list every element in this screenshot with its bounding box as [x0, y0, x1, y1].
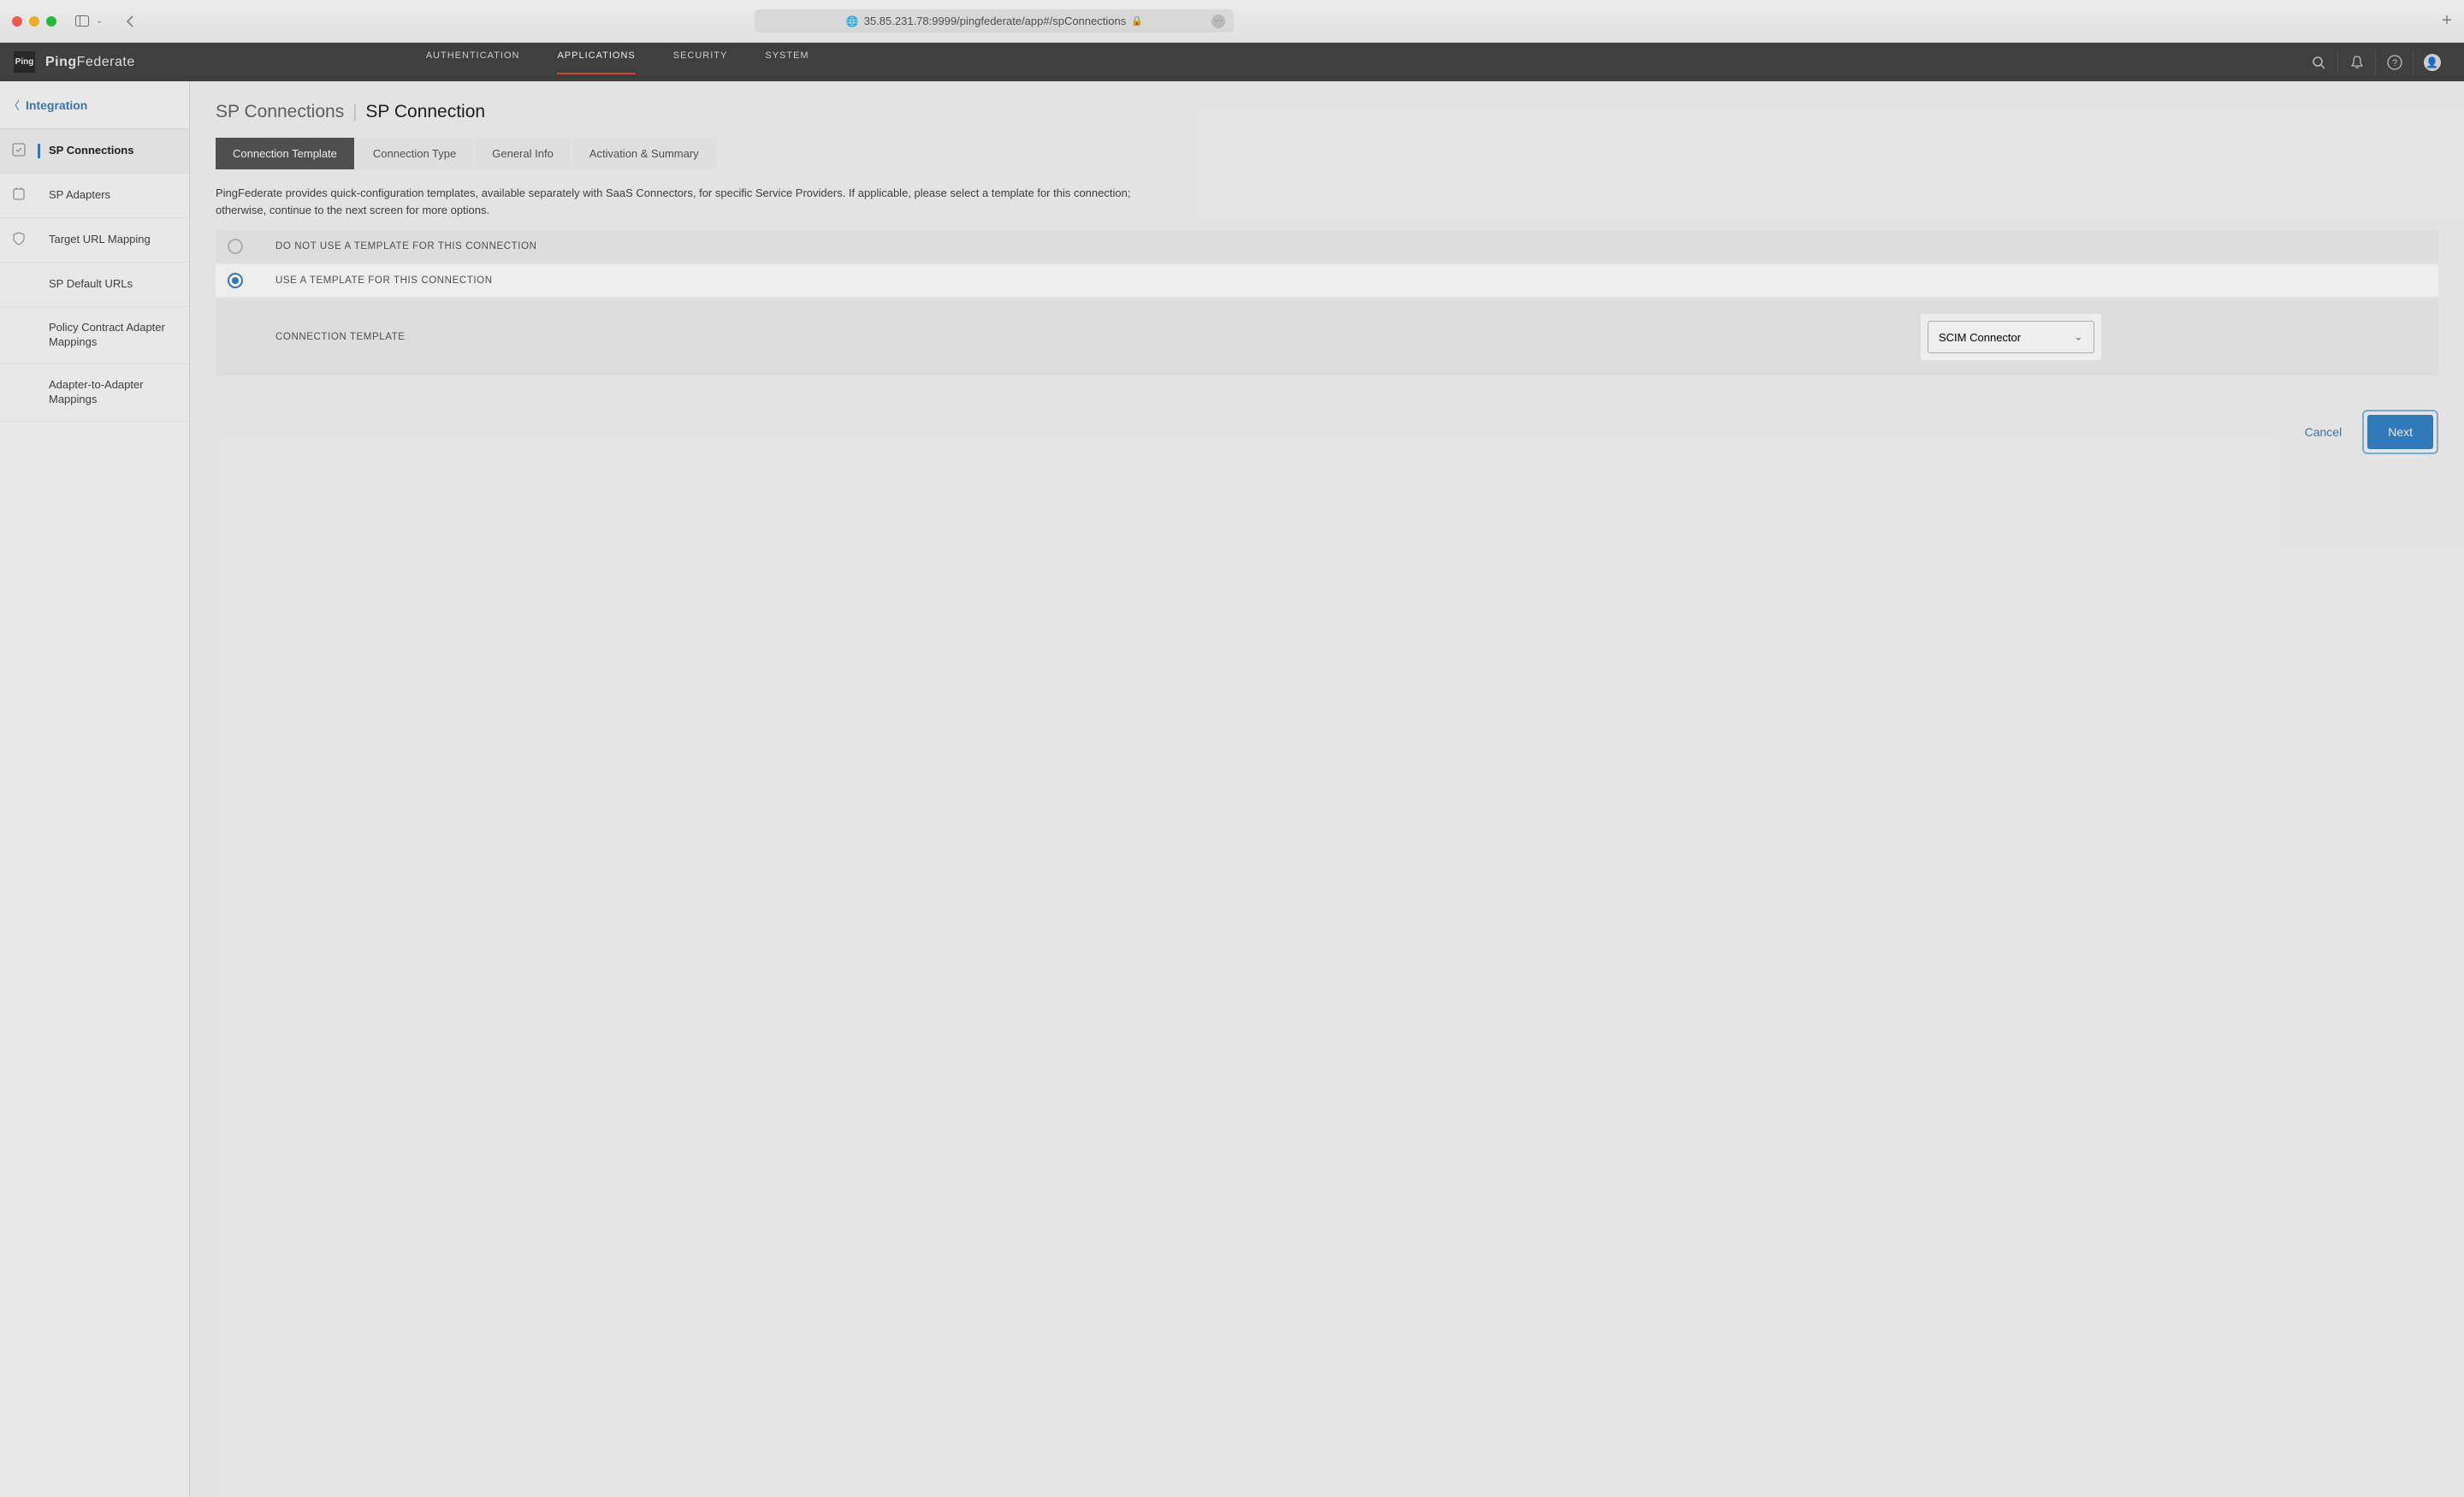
option-label: DO NOT USE A TEMPLATE FOR THIS CONNECTIO…	[275, 241, 537, 251]
chevron-down-icon: ⌄	[2075, 332, 2082, 343]
template-select-wrap: SCIM Connector ⌄	[1921, 314, 2101, 360]
url-bar[interactable]: 🌐 35.85.231.78:9999/pingfederate/app#/sp…	[755, 9, 1234, 33]
sidebar-item-label: SP Connections	[38, 144, 133, 158]
nav-applications[interactable]: APPLICATIONS	[557, 50, 635, 74]
sidebar-item-label: SP Adapters	[38, 188, 110, 203]
form-actions: Cancel Next	[216, 410, 2438, 454]
next-button-highlight: Next	[2362, 410, 2438, 454]
nav-security[interactable]: SECURITY	[673, 50, 728, 74]
minimize-window-icon[interactable]	[29, 16, 39, 27]
sidebar-item-label: SP Default URLs	[38, 277, 133, 292]
shield-icon	[12, 232, 38, 248]
adapter-icon	[12, 187, 38, 204]
traffic-lights	[12, 16, 56, 27]
header-icons: ? 👤	[2300, 50, 2450, 75]
sidebar-title: Integration	[26, 98, 87, 112]
tab-connection-template[interactable]: Connection Template	[216, 138, 354, 169]
search-icon[interactable]	[2300, 50, 2337, 75]
option-do-not-use-template[interactable]: DO NOT USE A TEMPLATE FOR THIS CONNECTIO…	[216, 230, 2438, 263]
top-nav: AUTHENTICATION APPLICATIONS SECURITY SYS…	[426, 50, 809, 74]
sidebar-item-label: Adapter-to-Adapter Mappings	[38, 378, 179, 407]
cancel-button[interactable]: Cancel	[2305, 425, 2343, 439]
sidebar-item-sp-connections[interactable]: SP Connections	[0, 129, 189, 174]
nav-system[interactable]: SYSTEM	[765, 50, 808, 74]
template-label: CONNECTION TEMPLATE	[275, 332, 406, 342]
tab-activation-summary[interactable]: Activation & Summary	[572, 138, 716, 169]
page-description: PingFederate provides quick-configuratio…	[216, 185, 1157, 218]
radio-unselected-icon[interactable]	[228, 239, 243, 254]
sidebar-item-label: Target URL Mapping	[38, 233, 151, 247]
app-header: Ping PingFederate AUTHENTICATION APPLICA…	[0, 43, 2464, 81]
breadcrumb: SP Connections | SP Connection	[216, 102, 2438, 122]
browser-chrome: ⌄ 🌐 35.85.231.78:9999/pingfederate/app#/…	[0, 0, 2464, 43]
page-actions-icon[interactable]: ⋯	[1211, 15, 1225, 28]
connection-icon	[12, 143, 38, 159]
sidebar-item-policy-contract-adapter-mappings[interactable]: Policy Contract Adapter Mappings	[0, 307, 189, 364]
radio-selected-icon[interactable]	[228, 273, 243, 288]
maximize-window-icon[interactable]	[46, 16, 56, 27]
toolbar-dropdown-icon[interactable]: ⌄	[96, 16, 103, 26]
main-content: SP Connections | SP Connection Connectio…	[190, 81, 2464, 1497]
sidebar-item-target-url-mapping[interactable]: Target URL Mapping	[0, 218, 189, 263]
connection-template-row: CONNECTION TEMPLATE SCIM Connector ⌄	[216, 299, 2438, 376]
option-label: USE A TEMPLATE FOR THIS CONNECTION	[275, 275, 493, 286]
next-button[interactable]: Next	[2367, 415, 2433, 449]
lock-icon: 🔒	[1131, 15, 1143, 27]
svg-text:?: ?	[2391, 58, 2396, 68]
sidebar-item-label: Policy Contract Adapter Mappings	[38, 321, 179, 350]
url-text: 35.85.231.78:9999/pingfederate/app#/spCo…	[864, 15, 1126, 27]
new-tab-icon[interactable]: +	[2442, 11, 2452, 31]
template-select[interactable]: SCIM Connector ⌄	[1928, 321, 2094, 353]
user-avatar-icon[interactable]: 👤	[2413, 50, 2450, 75]
sidebar-item-adapter-to-adapter-mappings[interactable]: Adapter-to-Adapter Mappings	[0, 364, 189, 422]
sidebar-back[interactable]: 〈 Integration	[0, 81, 189, 129]
sidebar: 〈 Integration SP Connections SP Adapters…	[0, 81, 190, 1497]
chevron-left-icon: 〈	[9, 97, 20, 113]
back-icon[interactable]	[120, 11, 140, 32]
nav-authentication[interactable]: AUTHENTICATION	[426, 50, 520, 74]
notifications-icon[interactable]	[2337, 50, 2375, 75]
help-icon[interactable]: ?	[2375, 50, 2413, 75]
logo-icon: Ping	[14, 51, 35, 73]
sidebar-item-sp-adapters[interactable]: SP Adapters	[0, 174, 189, 218]
sidebar-item-sp-default-urls[interactable]: SP Default URLs	[0, 263, 189, 307]
wizard-tabs: Connection Template Connection Type Gene…	[216, 138, 2438, 169]
close-window-icon[interactable]	[12, 16, 22, 27]
tab-connection-type[interactable]: Connection Type	[356, 138, 473, 169]
tab-general-info[interactable]: General Info	[475, 138, 571, 169]
crumb-parent[interactable]: SP Connections	[216, 102, 344, 121]
sidebar-toggle-icon[interactable]	[72, 11, 92, 32]
logo-text: PingFederate	[45, 55, 135, 70]
globe-icon: 🌐	[846, 15, 859, 27]
template-selected-value: SCIM Connector	[1939, 331, 2021, 344]
option-use-template[interactable]: USE A TEMPLATE FOR THIS CONNECTION	[216, 264, 2438, 297]
crumb-current: SP Connection	[365, 102, 485, 121]
crumb-separator: |	[352, 102, 357, 121]
